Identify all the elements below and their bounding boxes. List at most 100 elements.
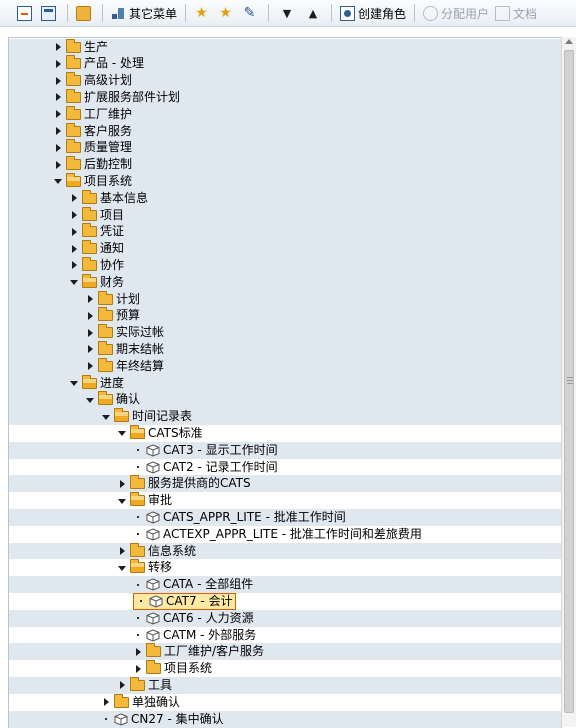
folder-icon	[82, 189, 97, 204]
easy-access-menu-button[interactable]	[73, 2, 97, 24]
tree-row[interactable]: CATM - 外部服务	[9, 626, 561, 644]
collapsed-arrow-icon[interactable]	[69, 227, 79, 237]
grip-line	[567, 377, 573, 378]
move-up-button[interactable]: ▲	[300, 2, 326, 24]
collapsed-arrow-icon[interactable]	[133, 664, 143, 674]
tree-row[interactable]: CATA - 全部组件	[9, 576, 561, 594]
grip-line	[567, 380, 573, 381]
collapsed-arrow-icon[interactable]	[53, 109, 63, 119]
documentation-button[interactable]: 文档	[492, 2, 540, 24]
collapsed-arrow-icon[interactable]	[117, 479, 127, 489]
tree-row[interactable]: 财务	[9, 273, 561, 291]
add-favorite-button[interactable]: ★	[191, 2, 215, 24]
collapsed-arrow-icon[interactable]	[53, 92, 63, 102]
tree-row[interactable]: 扩展服务部件计划	[9, 88, 561, 106]
tree-row[interactable]: 期末结帐	[9, 340, 561, 358]
tree-row[interactable]: 基本信息	[9, 189, 561, 207]
vertical-scrollbar[interactable]	[561, 37, 576, 727]
tree-row[interactable]: 高级计划	[9, 72, 561, 90]
collapsed-arrow-icon[interactable]	[53, 59, 63, 69]
tree-row[interactable]: 实际过帐	[9, 324, 561, 342]
collapsed-arrow-icon[interactable]	[53, 42, 63, 52]
create-role-button[interactable]: 创建角色	[337, 2, 409, 24]
grip-line	[567, 383, 573, 384]
tree-row[interactable]: 年终结算	[9, 357, 561, 375]
tree-row[interactable]: 生产	[9, 38, 561, 56]
collapsed-arrow-icon[interactable]	[53, 76, 63, 86]
collapsed-arrow-icon[interactable]	[101, 697, 111, 707]
expanded-arrow-icon[interactable]	[117, 496, 127, 506]
tree-row[interactable]: 转移	[9, 559, 561, 577]
collapsed-arrow-icon[interactable]	[85, 328, 95, 338]
collapsed-arrow-icon[interactable]	[85, 361, 95, 371]
tree-row[interactable]: 客户服务	[9, 122, 561, 140]
tree-row[interactable]: 凭证	[9, 223, 561, 241]
change-favorite-button[interactable]: ✎	[239, 2, 263, 24]
favorites-display-button[interactable]	[38, 2, 62, 24]
tree-row[interactable]: CN27 - 集中确认	[9, 710, 561, 728]
collapsed-arrow-icon[interactable]	[85, 294, 95, 304]
collapsed-arrow-icon[interactable]	[53, 126, 63, 136]
delete-favorite-button[interactable]: ★	[215, 2, 239, 24]
collapsed-arrow-icon[interactable]	[69, 244, 79, 254]
expanded-arrow-icon[interactable]	[101, 412, 111, 422]
collapsed-arrow-icon[interactable]	[117, 546, 127, 556]
tree-row[interactable]: CATS_APPR_LITE - 批准工作时间	[9, 508, 561, 526]
tree-row[interactable]: ACTEXP_APPR_LITE - 批准工作时间和差旅费用	[9, 525, 561, 543]
collapsed-arrow-icon[interactable]	[69, 210, 79, 220]
transaction-cube-icon	[146, 528, 160, 541]
tree-row[interactable]: 质量管理	[9, 139, 561, 157]
collapsed-arrow-icon[interactable]	[69, 260, 79, 270]
tree-row[interactable]: 单独确认	[9, 693, 561, 711]
collapsed-arrow-icon[interactable]	[85, 344, 95, 354]
tree-row[interactable]: 产品 - 处理	[9, 55, 561, 73]
folder-icon	[66, 139, 81, 154]
scrollbar-thumb[interactable]	[564, 50, 574, 713]
assign-users-button[interactable]: 分配用户	[420, 2, 492, 24]
expanded-arrow-icon[interactable]	[69, 277, 79, 287]
tree-row[interactable]: 进度	[9, 374, 561, 392]
collapsed-arrow-icon[interactable]	[53, 143, 63, 153]
folder-icon	[66, 88, 81, 103]
collapsed-arrow-icon[interactable]	[133, 647, 143, 657]
tree-row[interactable]: 计划	[9, 290, 561, 308]
move-down-button[interactable]: ▼	[274, 2, 300, 24]
expanded-arrow-icon[interactable]	[117, 563, 127, 573]
tree-row[interactable]: CATS标准	[9, 424, 561, 442]
expanded-arrow-icon[interactable]	[117, 428, 127, 438]
tree-row[interactable]: 工具	[9, 676, 561, 694]
scroll-up-arrow-icon[interactable]	[565, 39, 573, 44]
expanded-arrow-icon[interactable]	[69, 378, 79, 388]
tree-node-label: 确认	[116, 392, 141, 407]
tree-row[interactable]: 服务提供商的CATS	[9, 475, 561, 493]
favorites-insert-button[interactable]	[14, 2, 38, 24]
tree-node-label: 项目	[100, 207, 125, 222]
tree-row[interactable]: 项目	[9, 206, 561, 224]
tree-row[interactable]: 协作	[9, 256, 561, 274]
tree-row[interactable]: CAT7 - 会计	[9, 592, 561, 610]
collapsed-arrow-icon[interactable]	[117, 680, 127, 690]
tree-row[interactable]: 项目系统	[9, 172, 561, 190]
collapsed-arrow-icon[interactable]	[85, 311, 95, 321]
other-menu-button[interactable]: 其它菜单	[108, 2, 180, 24]
expanded-arrow-icon[interactable]	[53, 176, 63, 186]
tree-row[interactable]: 确认	[9, 391, 561, 409]
tree-row[interactable]: 通知	[9, 240, 561, 258]
tree-row[interactable]: CAT2 - 记录工作时间	[9, 458, 561, 476]
tree-row[interactable]: CAT6 - 人力资源	[9, 609, 561, 627]
collapsed-arrow-icon[interactable]	[53, 160, 63, 170]
tree-row[interactable]: 后勤控制	[9, 156, 561, 174]
tree-row[interactable]: 工厂维护/客户服务	[9, 643, 561, 661]
tree-row[interactable]: 预算	[9, 307, 561, 325]
role-icon	[340, 5, 356, 21]
tree-row[interactable]: CAT3 - 显示工作时间	[9, 441, 561, 459]
folder-icon	[130, 542, 145, 557]
tree-row[interactable]: 工厂维护	[9, 105, 561, 123]
users-icon	[423, 5, 439, 21]
tree-row[interactable]: 时间记录表	[9, 408, 561, 426]
tree-row[interactable]: 项目系统	[9, 660, 561, 678]
collapsed-arrow-icon[interactable]	[69, 193, 79, 203]
expanded-arrow-icon[interactable]	[85, 395, 95, 405]
tree-row[interactable]: 审批	[9, 492, 561, 510]
tree-row[interactable]: 信息系统	[9, 542, 561, 560]
